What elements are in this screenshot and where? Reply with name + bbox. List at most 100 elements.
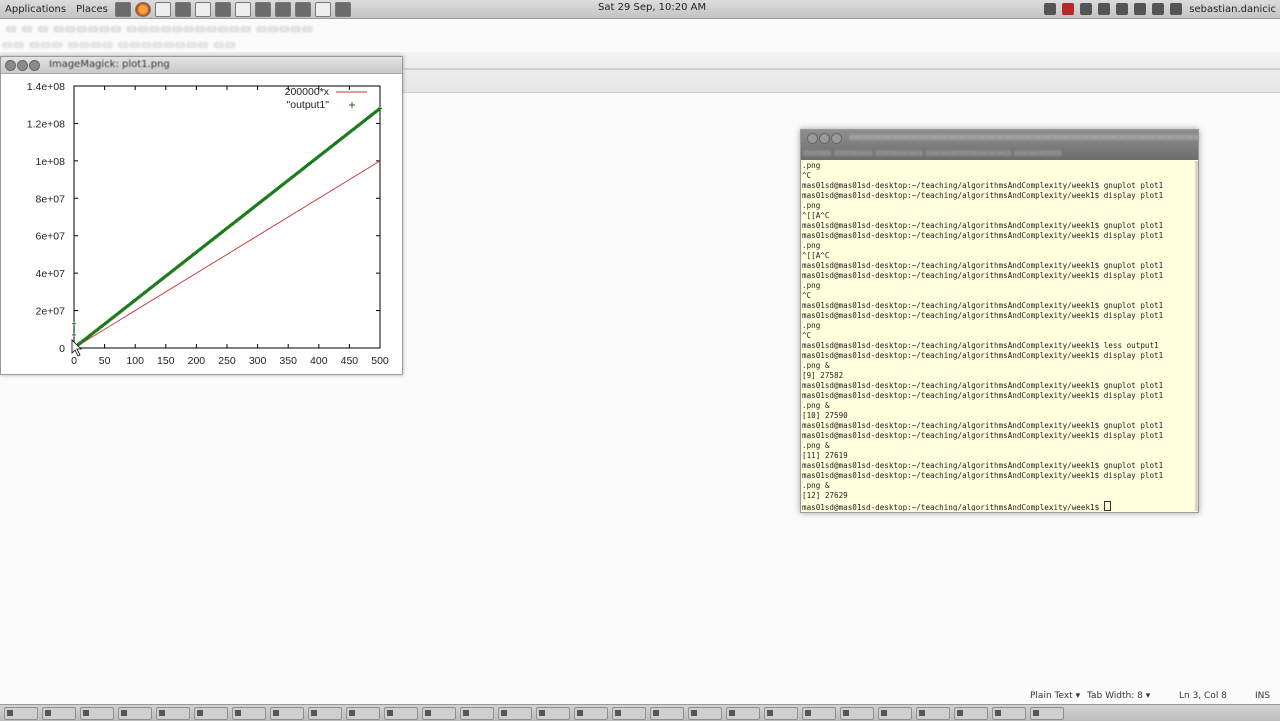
terminal-line: mas01sd@mas01sd-desktop:~/teaching/algor… xyxy=(802,351,1164,360)
places-menu[interactable]: Places xyxy=(71,4,113,15)
files-launcher-icon[interactable] xyxy=(174,1,191,17)
terminal-line: mas01sd@mas01sd-desktop:~/teaching/algor… xyxy=(802,301,1164,310)
x-tick-label: 450 xyxy=(341,355,359,367)
terminal-line: .png xyxy=(802,241,821,250)
taskbar-window-button[interactable] xyxy=(954,706,988,720)
taskbar-window-button[interactable] xyxy=(688,706,722,720)
taskbar-window-button[interactable] xyxy=(384,706,418,720)
terminal-line: .png xyxy=(802,321,821,330)
terminal-window[interactable]: ▭▭▭▭▭▭▭▭▭▭▭▭▭▭▭▭▭▭▭▭▭▭▭▭▭▭▭▭▭▭▭▭▭▭▭▭▭▭ ▭▭… xyxy=(800,129,1199,513)
syntax-selector[interactable]: Plain Text ▾ xyxy=(1030,691,1080,701)
taskbar-window-button[interactable] xyxy=(840,706,874,720)
taskbar-window-button[interactable] xyxy=(156,706,190,720)
terminal-line: mas01sd@mas01sd-desktop:~/teaching/algor… xyxy=(802,221,1164,230)
mail-launcher-icon[interactable] xyxy=(314,1,331,17)
taskbar-window-button[interactable] xyxy=(80,706,114,720)
taskbar-window-button[interactable] xyxy=(726,706,760,720)
taskbar-window-button[interactable] xyxy=(536,706,570,720)
terminal-prompt-line[interactable]: mas01sd@mas01sd-desktop:~/teaching/algor… xyxy=(802,501,1194,511)
firefox-launcher-icon[interactable] xyxy=(134,1,151,17)
power-icon[interactable] xyxy=(1152,3,1165,15)
legend-swatch-output1 xyxy=(349,102,355,108)
terminal-scrollbar[interactable] xyxy=(1195,161,1198,511)
editor-statusbar: Plain Text ▾ Tab Width: 8 ▾ Ln 3, Col 8 … xyxy=(0,690,1280,704)
terminal-launcher-icon[interactable] xyxy=(114,1,131,17)
minimize-icon[interactable] xyxy=(17,60,28,71)
close-icon[interactable] xyxy=(807,133,818,144)
terminal-line: .png xyxy=(802,161,821,170)
taskbar-window-button[interactable] xyxy=(270,706,304,720)
terminal-titlebar[interactable]: ▭▭▭▭▭▭▭▭▭▭▭▭▭▭▭▭▭▭▭▭▭▭▭▭▭▭▭▭▭▭▭▭▭▭▭▭▭▭ ▭▭… xyxy=(801,130,1198,160)
terminal-line: .png xyxy=(802,281,821,290)
tab-width-selector[interactable]: Tab Width: 8 ▾ xyxy=(1087,691,1150,701)
x-tick-label: 100 xyxy=(126,355,144,367)
volume-icon[interactable] xyxy=(1098,3,1111,15)
terminal-line: mas01sd@mas01sd-desktop:~/teaching/algor… xyxy=(802,261,1164,270)
user-icon xyxy=(1170,3,1183,15)
taskbar-window-button[interactable] xyxy=(4,706,38,720)
text-editor-launcher-icon[interactable] xyxy=(154,1,171,17)
network-icon[interactable] xyxy=(1044,3,1057,15)
x-tick-label: 500 xyxy=(371,355,389,367)
x-tick-label: 50 xyxy=(99,355,111,367)
taskbar-window-button[interactable] xyxy=(42,706,76,720)
taskbar-window-button[interactable] xyxy=(916,706,950,720)
x-tick-label: 200 xyxy=(188,355,206,367)
clock[interactable]: Sat 29 Sep, 10:20 AM xyxy=(594,2,710,13)
settings-launcher-icon[interactable] xyxy=(214,1,231,17)
maximize-icon[interactable] xyxy=(29,60,40,71)
taskbar-window-button[interactable] xyxy=(574,706,608,720)
console-launcher-icon[interactable] xyxy=(334,1,351,17)
gnuplot-chart: 0 50 100 150 200 250 300 350 400 450 500 0 2e+07 4e+0… xyxy=(27,81,389,367)
taskbar-window-button[interactable] xyxy=(612,706,646,720)
plot-frame xyxy=(73,85,381,349)
window-launcher-icon[interactable] xyxy=(194,1,211,17)
screen-launcher-icon[interactable] xyxy=(274,1,291,17)
keyboard-icon[interactable] xyxy=(1080,3,1093,15)
network-launcher-icon[interactable] xyxy=(254,1,271,17)
calc-launcher-icon[interactable] xyxy=(234,1,251,17)
bluetooth-icon[interactable] xyxy=(1134,3,1147,15)
terminal-line: mas01sd@mas01sd-desktop:~/teaching/algor… xyxy=(802,341,1159,350)
x-tick-label: 150 xyxy=(157,355,175,367)
taskbar-window-button[interactable] xyxy=(460,706,494,720)
taskbar-window-button[interactable] xyxy=(498,706,532,720)
terminal-line: ^[[A^C xyxy=(802,211,830,220)
terminal-line: [9] 27582 xyxy=(802,371,844,380)
taskbar-window-button[interactable] xyxy=(422,706,456,720)
system-tray: sebastian.danicic xyxy=(1041,0,1280,18)
maximize-icon[interactable] xyxy=(831,133,842,144)
terminal-line: mas01sd@mas01sd-desktop:~/teaching/algor… xyxy=(802,181,1164,190)
terminal-output[interactable]: .png ^C mas01sd@mas01sd-desktop:~/teaching… xyxy=(802,161,1194,511)
minimize-icon[interactable] xyxy=(819,133,830,144)
taskbar-window-button[interactable] xyxy=(992,706,1026,720)
terminal-line: mas01sd@mas01sd-desktop:~/teaching/algor… xyxy=(802,381,1164,390)
user-menu[interactable]: sebastian.danicic xyxy=(1189,4,1276,15)
y-tick-label: 0 xyxy=(59,343,65,355)
taskbar-window-button[interactable] xyxy=(802,706,836,720)
monitor-launcher-icon[interactable] xyxy=(294,1,311,17)
taskbar-window-button[interactable] xyxy=(1030,706,1064,720)
taskbar-window-button[interactable] xyxy=(764,706,798,720)
taskbar-window-button[interactable] xyxy=(346,706,380,720)
close-icon[interactable] xyxy=(5,60,16,71)
legend-label-200000x: 200000*x xyxy=(285,86,330,98)
imagemagick-window[interactable]: ImageMagick: plot1.png 0 50 100 150 200 250 30… xyxy=(0,56,403,375)
y-tick-label: 8e+07 xyxy=(36,193,66,205)
y-tick-label: 1.2e+08 xyxy=(27,118,65,130)
terminal-line: .png & xyxy=(802,361,830,370)
taskbar-window-button[interactable] xyxy=(878,706,912,720)
y-tick-label: 1.4e+08 xyxy=(27,81,65,93)
taskbar-window-button[interactable] xyxy=(194,706,228,720)
taskbar-window-button[interactable] xyxy=(650,706,684,720)
terminal-line: .png xyxy=(802,201,821,210)
terminal-line: [11] 27619 xyxy=(802,451,848,460)
mail-icon[interactable] xyxy=(1116,3,1129,15)
imagemagick-titlebar[interactable]: ImageMagick: plot1.png xyxy=(1,57,402,74)
terminal-line: [10] 27590 xyxy=(802,411,848,420)
taskbar-window-button[interactable] xyxy=(232,706,266,720)
applications-menu[interactable]: Applications xyxy=(0,4,71,15)
taskbar-window-button[interactable] xyxy=(118,706,152,720)
alert-icon[interactable] xyxy=(1062,3,1075,15)
taskbar-window-button[interactable] xyxy=(308,706,342,720)
